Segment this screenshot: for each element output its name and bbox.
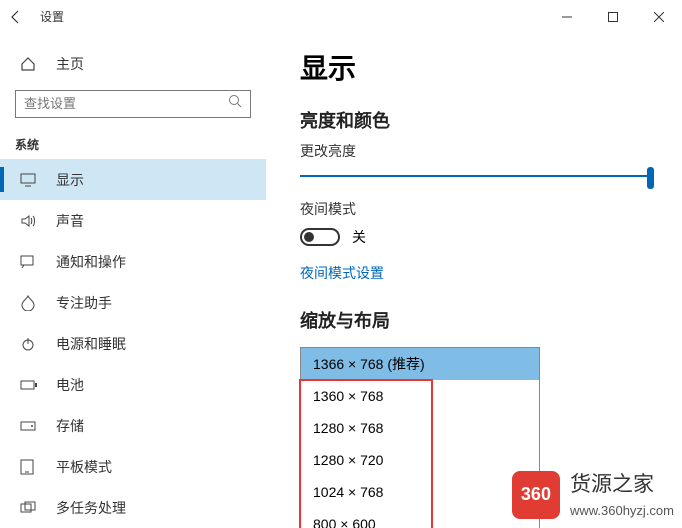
resolution-option[interactable]: 1280 × 720 — [301, 444, 539, 476]
sidebar-item-tablet[interactable]: 平板模式 — [0, 446, 266, 487]
minimize-button[interactable] — [544, 0, 590, 33]
resolution-option[interactable]: 1366 × 768 (推荐) — [301, 348, 539, 380]
titlebar: 设置 — [0, 0, 682, 33]
sidebar-item-focus[interactable]: 专注助手 — [0, 282, 266, 323]
search-input[interactable] — [24, 96, 228, 111]
sidebar-item-label: 电池 — [56, 375, 84, 395]
sidebar-item-label: 专注助手 — [56, 293, 112, 313]
focus-icon — [20, 295, 38, 311]
notifications-icon — [20, 255, 38, 269]
maximize-icon — [608, 12, 618, 22]
content-area: 显示 亮度和颜色 更改亮度 夜间模式 关 夜间模式设置 缩放与布局 1366 ×… — [266, 33, 682, 528]
multitask-icon — [20, 501, 38, 515]
home-label: 主页 — [56, 54, 84, 74]
slider-thumb[interactable] — [647, 167, 654, 189]
sidebar-item-display[interactable]: 显示 — [0, 159, 266, 200]
sidebar-item-label: 存储 — [56, 416, 84, 436]
display-icon — [20, 173, 38, 187]
brightness-label: 更改亮度 — [300, 141, 654, 161]
night-mode-toggle[interactable]: 关 — [300, 227, 654, 247]
close-button[interactable] — [636, 0, 682, 33]
back-button[interactable] — [0, 0, 32, 33]
sidebar-item-label: 平板模式 — [56, 457, 112, 477]
sidebar-item-multitask[interactable]: 多任务处理 — [0, 487, 266, 528]
sidebar-item-label: 声音 — [56, 211, 84, 231]
search-icon — [228, 94, 242, 113]
search-box[interactable] — [15, 90, 251, 118]
resolution-option[interactable]: 1360 × 768 — [301, 380, 539, 412]
sidebar-item-label: 多任务处理 — [56, 498, 126, 518]
sidebar-item-sound[interactable]: 声音 — [0, 200, 266, 241]
home-icon — [20, 56, 38, 72]
sidebar-item-storage[interactable]: 存储 — [0, 405, 266, 446]
resolution-option[interactable]: 800 × 600 — [301, 508, 539, 528]
sidebar-item-label: 电源和睡眠 — [56, 334, 126, 354]
sidebar-item-label: 显示 — [56, 170, 84, 190]
sidebar-item-power[interactable]: 电源和睡眠 — [0, 323, 266, 364]
page-title: 显示 — [300, 47, 654, 87]
toggle-state: 关 — [352, 227, 366, 247]
night-mode-settings-link[interactable]: 夜间模式设置 — [300, 263, 384, 283]
scale-heading: 缩放与布局 — [300, 307, 654, 333]
night-mode-label: 夜间模式 — [300, 199, 654, 219]
sidebar-item-label: 通知和操作 — [56, 252, 126, 272]
minimize-icon — [562, 12, 572, 22]
toggle-switch[interactable] — [300, 228, 340, 246]
nav-list: 显示 声音 通知和操作 专注助手 电源和睡眠 电池 存储 平板模式 多任务处理 — [0, 159, 266, 528]
arrow-left-icon — [9, 10, 23, 24]
storage-icon — [20, 420, 38, 432]
watermark-text: 货源之家 www.360hyzj.com — [570, 469, 674, 520]
resolution-dropdown[interactable]: 1366 × 768 (推荐) 1360 × 768 1280 × 768 12… — [300, 347, 540, 528]
watermark-badge: 360 — [512, 471, 560, 519]
brightness-slider[interactable] — [300, 175, 654, 177]
home-nav[interactable]: 主页 — [0, 47, 266, 82]
window-title: 设置 — [40, 8, 64, 25]
maximize-button[interactable] — [590, 0, 636, 33]
resolution-option[interactable]: 1024 × 768 — [301, 476, 539, 508]
section-title: 系统 — [0, 118, 266, 159]
resolution-option[interactable]: 1280 × 768 — [301, 412, 539, 444]
battery-icon — [20, 379, 38, 391]
sound-icon — [20, 214, 38, 228]
power-icon — [20, 336, 38, 352]
tablet-icon — [20, 459, 38, 475]
sidebar-item-battery[interactable]: 电池 — [0, 364, 266, 405]
watermark: 360 货源之家 www.360hyzj.com — [512, 469, 674, 520]
brightness-heading: 亮度和颜色 — [300, 107, 654, 133]
sidebar: 主页 系统 显示 声音 通知和操作 专注助手 电源和睡眠 电池 存储 平板模式 … — [0, 33, 266, 528]
close-icon — [654, 12, 664, 22]
sidebar-item-notifications[interactable]: 通知和操作 — [0, 241, 266, 282]
